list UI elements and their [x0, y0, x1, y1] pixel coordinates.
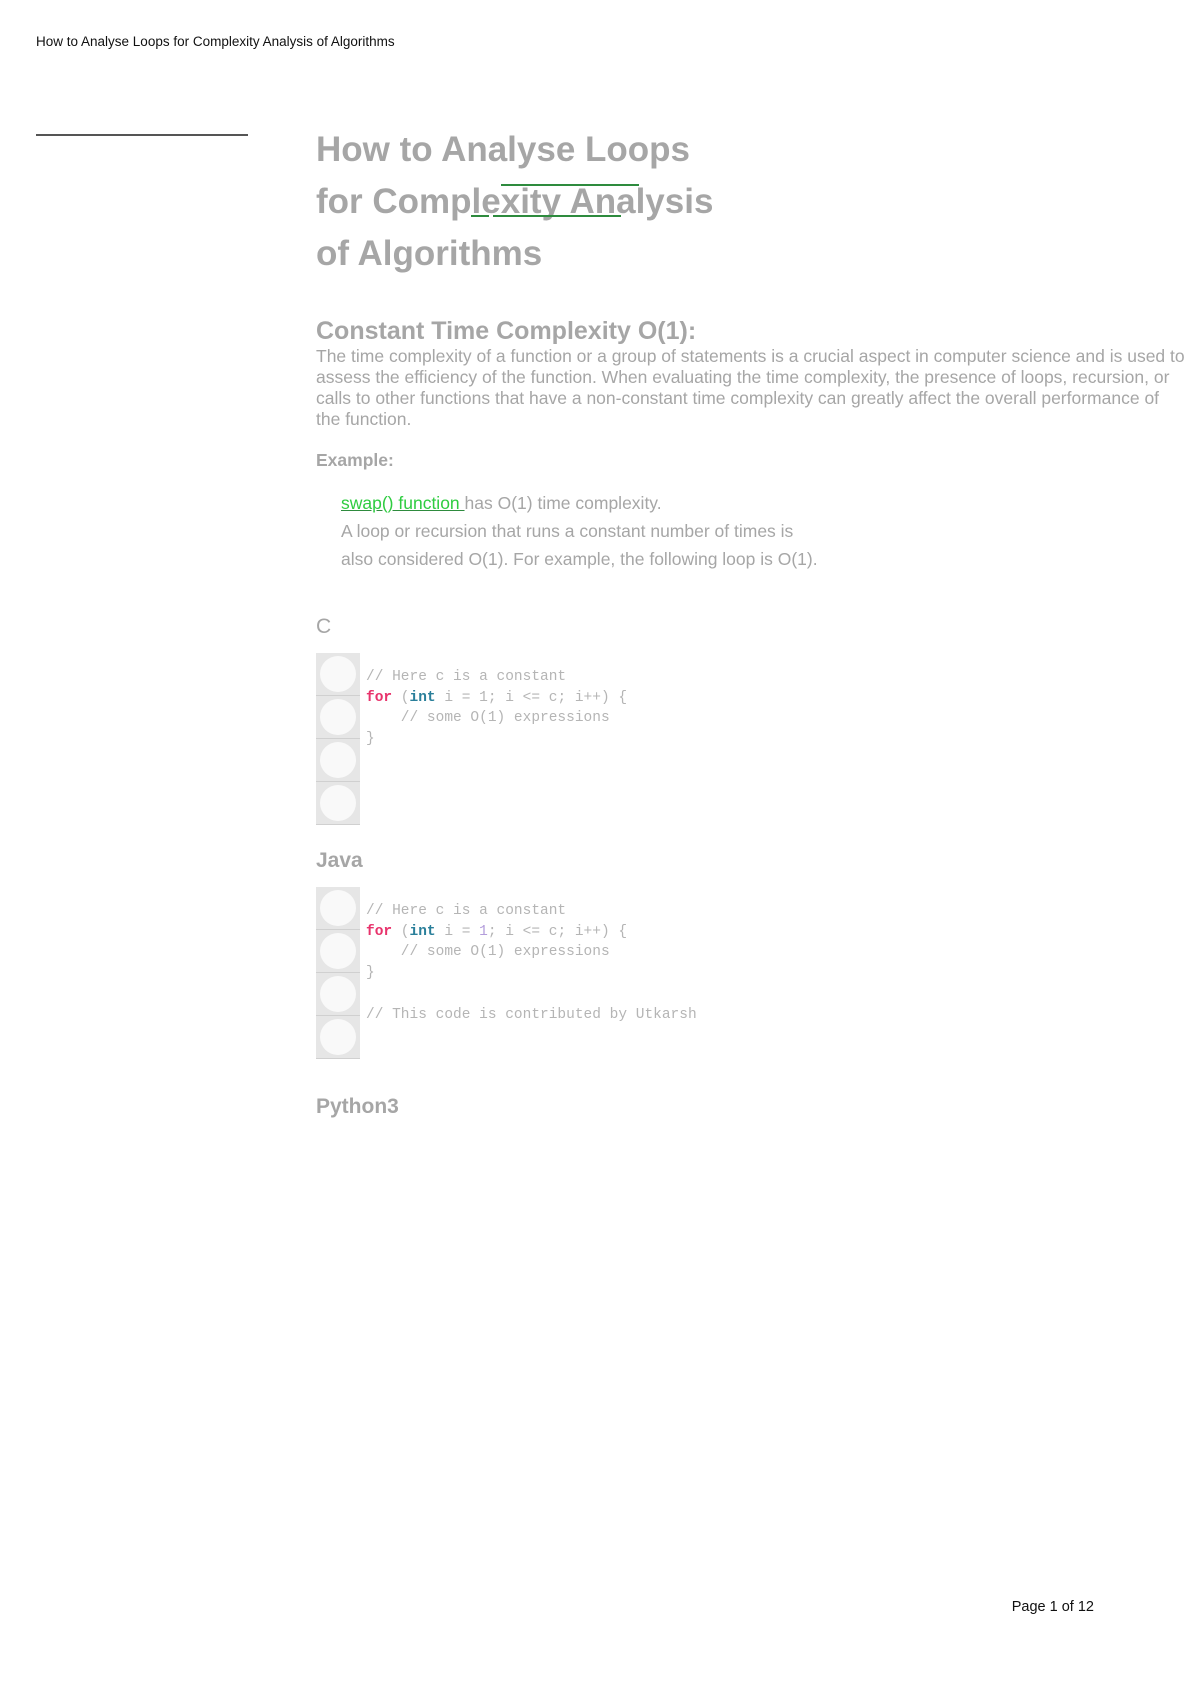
title-line: for Complexity Analysis	[316, 182, 714, 221]
title-line: How to Analyse Loops	[316, 130, 691, 169]
code-block-java: // Here c is a constant for (int i = 1; i…	[316, 887, 1186, 1059]
line-number-placeholder	[316, 973, 360, 1016]
line-number-placeholder	[316, 887, 360, 930]
line-number-placeholder	[316, 653, 360, 696]
line-number-placeholder	[316, 739, 360, 782]
title-underline-decoration	[501, 184, 639, 186]
code-block-c: // Here c is a constant for (int i = 1; i…	[316, 653, 1186, 825]
code-language-label: Java	[316, 849, 363, 872]
line-number-placeholder	[316, 696, 360, 739]
example-list: swap() function has O(1) time complexity…	[341, 489, 821, 573]
running-header: How to Analyse Loops for Complexity Anal…	[36, 34, 395, 49]
sidebar-divider	[36, 134, 248, 136]
title-underline-decoration	[493, 215, 621, 217]
code-gutter	[316, 653, 360, 825]
example-item: A loop or recursion that runs a constant…	[341, 521, 818, 569]
article: How to Analyse Loops for Complexity Anal…	[316, 124, 1186, 1119]
title-underline-decoration	[471, 215, 489, 217]
section-heading: Constant Time Complexity O(1):	[316, 317, 697, 345]
line-number-placeholder	[316, 930, 360, 973]
line-number-placeholder	[316, 1016, 360, 1059]
page-number: Page 1 of 12	[1011, 1599, 1094, 1615]
code-language-label: C	[316, 615, 332, 638]
title-line: of Algorithms	[316, 234, 543, 273]
section-paragraph: The time complexity of a function or a g…	[316, 346, 1185, 429]
code-gutter	[316, 887, 360, 1059]
code-language-label: Python3	[316, 1095, 399, 1118]
line-number-placeholder	[316, 782, 360, 825]
code-text: // Here c is a constant for (int i = 1; i…	[366, 903, 697, 1023]
swap-function-link[interactable]: swap() function	[341, 493, 465, 513]
example-label: Example:	[316, 450, 394, 470]
example-item: swap() function has O(1) time complexity…	[341, 493, 662, 513]
code-text: // Here c is a constant for (int i = 1; i…	[366, 669, 628, 748]
page-title: How to Analyse Loops for Complexity Anal…	[316, 124, 1186, 280]
